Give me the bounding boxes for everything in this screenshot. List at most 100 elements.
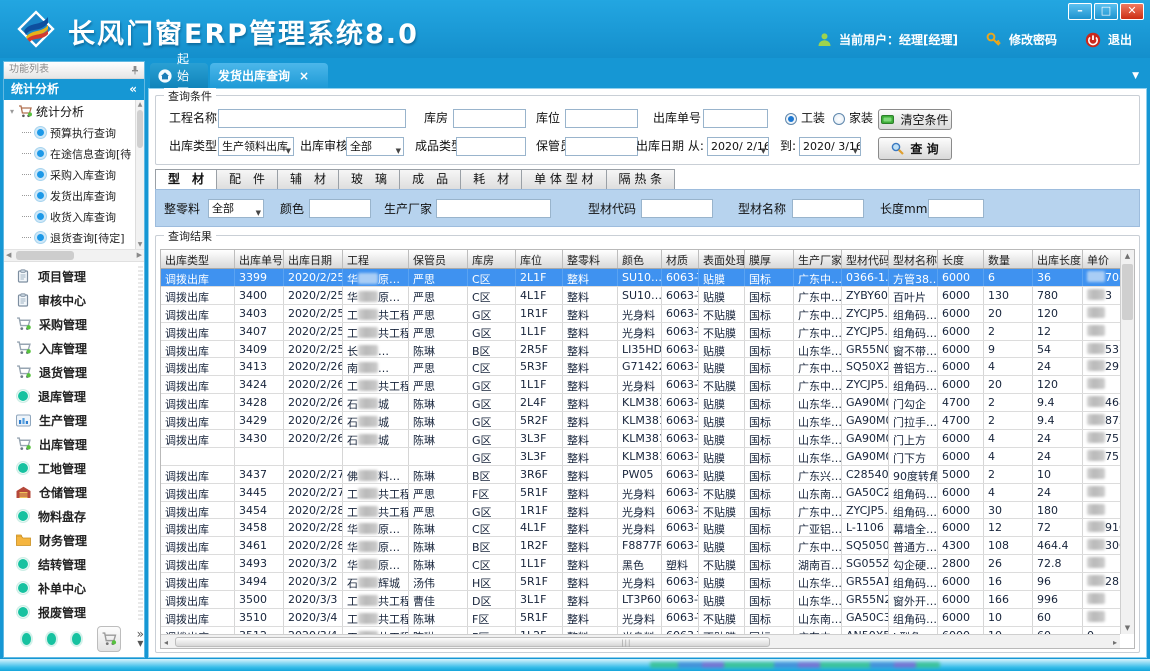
profile-name-input[interactable] <box>792 199 864 218</box>
sidebar-item-报废管理[interactable]: 报废管理 <box>4 600 144 624</box>
more-modules-button[interactable]: »▾ <box>137 630 144 648</box>
material-tab-配件[interactable]: 配 件 <box>217 169 278 190</box>
table-row[interactable]: 调拨出库34942020/3/2石辉城汤伟H区5R1F整料光身料6063-T5贴… <box>161 573 1134 591</box>
search-button[interactable]: 查 询 <box>878 137 952 160</box>
scroll-right-icon[interactable]: ▸ <box>1113 638 1117 647</box>
sidebar-item-仓储管理[interactable]: 仓储管理 <box>4 480 144 504</box>
warehouse-input[interactable] <box>453 109 526 128</box>
table-row[interactable]: 调拨出库34612020/2/28华原…陈琳B区1R2F整料F8877FT606… <box>161 537 1134 555</box>
order-no-input[interactable] <box>703 109 768 128</box>
location-input[interactable] <box>565 109 638 128</box>
sidebar-item-结转管理[interactable]: 结转管理 <box>4 552 144 576</box>
table-vertical-scrollbar[interactable]: ▲ ▼ <box>1120 250 1134 634</box>
table-row[interactable]: 调拨出库34582020/2/28华原…陈琳C区4L1F整料光身料6063-T5… <box>161 519 1134 537</box>
table-row[interactable]: 调拨出库35102020/3/4工共工程陈琳F区5R1F整料光身料6063-T5… <box>161 609 1134 627</box>
material-tab-辅材[interactable]: 辅 材 <box>278 169 339 190</box>
sidebar-item-审核中心[interactable]: 审核中心 <box>4 288 144 312</box>
menu-scroll-strip[interactable] <box>138 266 143 622</box>
sidebar-item-项目管理[interactable]: 项目管理 <box>4 264 144 288</box>
logout-link[interactable]: 退出 <box>1108 31 1132 48</box>
scroll-left-icon[interactable]: ◀ <box>6 251 11 259</box>
product-type-input[interactable] <box>456 137 526 156</box>
table-row[interactable]: 调拨出库34372020/2/27佛料…陈琳B区3R6F整料PW056063-T… <box>161 466 1134 484</box>
column-header-出库单号[interactable]: 出库单号 <box>235 250 284 268</box>
scroll-right-icon[interactable]: ▶ <box>137 251 142 259</box>
column-header-型材代码[interactable]: 型材代码 <box>842 250 889 268</box>
table-horizontal-scrollbar[interactable]: ◂ ||| ▸ <box>161 634 1120 648</box>
collapse-icon[interactable]: « <box>129 79 137 100</box>
change-password-link[interactable]: 修改密码 <box>1009 31 1057 48</box>
table-row[interactable]: 调拨出库34302020/2/26石城陈琳G区3L3F整料KLM38176063… <box>161 430 1134 448</box>
module-dot-icon[interactable] <box>72 633 81 645</box>
material-tab-耗材[interactable]: 耗 材 <box>461 169 522 190</box>
tree-item[interactable]: 退货查询[待定] <box>4 227 144 248</box>
table-row[interactable]: 调拨出库34932020/3/2华原…陈琳C区1L1F整料黑色塑料不贴膜国标湖南… <box>161 555 1134 573</box>
radio-home-install[interactable] <box>833 113 845 125</box>
material-tab-隔热条[interactable]: 隔 热 条 <box>607 169 676 190</box>
project-name-input[interactable] <box>218 109 406 128</box>
scroll-left-icon[interactable]: ◂ <box>164 638 168 647</box>
tree-expander-icon[interactable]: ▾ <box>10 107 14 116</box>
tree-item[interactable]: 发货出库查询 <box>4 185 144 206</box>
sidebar-item-财务管理[interactable]: 财务管理 <box>4 528 144 552</box>
table-row[interactable]: 调拨出库34542020/2/28工共工程严思G区1R1F整料光身料6063-T… <box>161 502 1134 520</box>
maximize-button[interactable]: □ <box>1094 3 1118 20</box>
tab-home[interactable]: 起始页 <box>150 63 208 88</box>
date-to-picker[interactable]: 2020/ 3/16▼ <box>799 137 861 156</box>
column-header-库位[interactable]: 库位 <box>516 250 563 268</box>
tree-hscroll-thumb[interactable] <box>16 251 74 260</box>
module-dot-icon[interactable] <box>22 633 31 645</box>
tree-item[interactable]: 预算执行查询 <box>4 122 144 143</box>
table-row[interactable]: 调拨出库34292020/2/26石城陈琳G区5R2F整料KLM38176063… <box>161 412 1134 430</box>
sidebar-item-采购管理[interactable]: 采购管理 <box>4 312 144 336</box>
table-row[interactable]: 调拨出库33992020/2/25华原…严思C区2L1F整料SU10…6063-… <box>161 269 1134 287</box>
module-dot-icon[interactable] <box>47 633 56 645</box>
table-row[interactable]: 调拨出库34132020/2/26南…严思C区5R3F整料G714226063-… <box>161 358 1134 376</box>
column-header-生产厂家[interactable]: 生产厂家 <box>794 250 842 268</box>
table-row[interactable]: 调拨出库34092020/2/25长…陈琳B区2R5F整料LI35HD6063-… <box>161 341 1134 359</box>
date-from-picker[interactable]: 2020/ 2/16▼ <box>707 137 769 156</box>
material-tab-玻璃[interactable]: 玻 璃 <box>339 169 400 190</box>
length-input[interactable] <box>928 199 984 218</box>
column-header-膜厚[interactable]: 膜厚 <box>745 250 794 268</box>
column-header-数量[interactable]: 数量 <box>984 250 1033 268</box>
color-input[interactable] <box>309 199 371 218</box>
column-header-出库长度[interactable]: 出库长度 <box>1033 250 1083 268</box>
sidebar-item-退库管理[interactable]: 退库管理 <box>4 384 144 408</box>
column-header-保管员[interactable]: 保管员 <box>409 250 468 268</box>
column-header-材质[interactable]: 材质 <box>662 250 699 268</box>
scroll-down-icon[interactable]: ▼ <box>1121 624 1134 632</box>
table-vscroll-thumb[interactable] <box>1122 264 1133 320</box>
material-tab-单体型材[interactable]: 单 体 型 材 <box>522 169 606 190</box>
sidebar-item-入库管理[interactable]: 入库管理 <box>4 336 144 360</box>
part-select[interactable]: 全部▼ <box>208 199 264 218</box>
sidebar-group-header[interactable]: 统计分析 « <box>4 79 144 100</box>
sidebar-item-工地管理[interactable]: 工地管理 <box>4 456 144 480</box>
column-header-颜色[interactable]: 颜色 <box>618 250 662 268</box>
table-row[interactable]: G区3L3F整料KLM38176063-T5贴膜国标山东华…GA90M09…门下… <box>161 448 1134 466</box>
tab-shipment-outbound-query[interactable]: 发货出库查询 × <box>210 63 328 88</box>
column-header-长度[interactable]: 长度 <box>938 250 984 268</box>
tree-item[interactable]: 采购入库查询 <box>4 164 144 185</box>
manufacturer-input[interactable] <box>436 199 551 218</box>
table-row[interactable]: 调拨出库34242020/2/26工共工程严思G区1L1F整料光身料6063-T… <box>161 376 1134 394</box>
table-row[interactable]: 调拨出库35002020/3/3工共工程曹佳D区3L1F整料LT3P606063… <box>161 591 1134 609</box>
minimize-button[interactable]: – <box>1068 3 1092 20</box>
column-header-型材名称[interactable]: 型材名称 <box>889 250 938 268</box>
column-header-工程[interactable]: 工程 <box>343 250 409 268</box>
profile-code-input[interactable] <box>641 199 713 218</box>
table-row[interactable]: 调拨出库35122020/3/4工共工程陈琳F区1L2F整料光身料6063-T5… <box>161 627 1134 634</box>
sidebar-item-出库管理[interactable]: 出库管理 <box>4 432 144 456</box>
clear-conditions-button[interactable]: 清空条件 <box>878 109 952 130</box>
table-row[interactable]: 调拨出库34032020/2/25工共工程严思G区1R1F整料光身料6063-T… <box>161 305 1134 323</box>
tree-item[interactable]: 收货入库查询 <box>4 206 144 227</box>
column-header-表面处理[interactable]: 表面处理 <box>699 250 745 268</box>
outbound-type-select[interactable]: 生产领料出库▼ <box>218 137 294 156</box>
column-header-整零料[interactable]: 整零料 <box>563 250 618 268</box>
tree-vertical-scrollbar[interactable]: ▲ ▼ <box>135 100 144 249</box>
tree-scroll-thumb[interactable] <box>137 110 143 148</box>
table-row[interactable]: 调拨出库34282020/2/26石城陈琳G区2L4F整料KLM38176063… <box>161 394 1134 412</box>
pin-icon[interactable] <box>131 65 139 75</box>
audit-select[interactable]: 全部▼ <box>346 137 404 156</box>
sidebar-item-补单中心[interactable]: 补单中心 <box>4 576 144 600</box>
